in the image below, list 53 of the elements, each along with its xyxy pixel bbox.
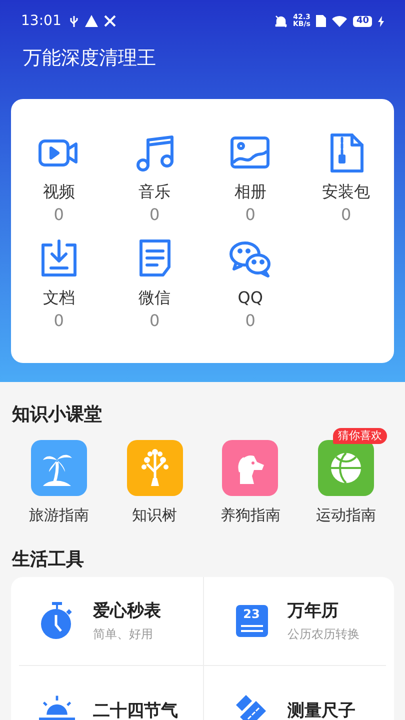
tool-item[interactable]: 二十四节气 — [19, 666, 202, 720]
category-count: 0 — [150, 310, 160, 332]
category-label: 相册 — [234, 181, 266, 203]
wifi-icon — [332, 15, 348, 27]
category-count: 0 — [54, 204, 64, 226]
tile-label: 旅游指南 — [28, 506, 89, 525]
tool-title: 万年历 — [288, 600, 340, 622]
tile-label: 运动指南 — [316, 506, 376, 525]
app-title: 万能深度清理王 — [22, 46, 157, 71]
category-label: 文档 — [42, 287, 75, 309]
category-label: QQ — [238, 287, 263, 309]
category-count: 0 — [341, 204, 352, 226]
category-label: 安装包 — [322, 181, 370, 203]
category-count: 0 — [245, 310, 256, 332]
status-time: 13:01 — [21, 13, 62, 29]
category-count: 0 — [245, 204, 256, 226]
category-item[interactable]: 安装包 0 — [298, 131, 394, 227]
category-label: 音乐 — [138, 181, 171, 203]
charging-icon — [378, 16, 384, 26]
calendar-icon: 23 — [236, 605, 268, 637]
category-item[interactable]: QQ 0 — [202, 237, 298, 333]
tile-label: 知识树 — [132, 506, 178, 525]
category-label: 视频 — [42, 181, 75, 203]
stopwatch-icon — [40, 602, 74, 640]
section-title: 知识小课堂 — [12, 403, 102, 426]
category-item[interactable]: 音乐 0 — [106, 131, 202, 227]
category-count: 0 — [150, 204, 160, 226]
sport-tile-icon[interactable] — [318, 440, 374, 496]
tool-item[interactable]: 23 万年历 公历农历转换 — [202, 577, 386, 666]
battery-icon: 40 — [353, 16, 372, 26]
category-item[interactable]: 相册 0 — [202, 131, 298, 227]
usb-icon — [69, 14, 80, 28]
category-label: 微信 — [138, 287, 171, 309]
tool-title: 二十四节气 — [93, 700, 178, 720]
category-item[interactable]: 文档 0 — [11, 237, 107, 333]
sunrise-icon — [39, 693, 75, 720]
category-item[interactable]: 微信 0 — [106, 237, 202, 333]
tree-tile-icon[interactable] — [126, 440, 183, 496]
travel-tile-icon[interactable] — [30, 440, 87, 496]
mute-bell-icon — [274, 14, 287, 28]
tool-title: 爱心秒表 — [93, 600, 161, 622]
warning-icon — [85, 15, 98, 27]
tool-title: 测量尺子 — [288, 700, 356, 720]
section-title: 生活工具 — [12, 548, 84, 571]
category-item[interactable]: 视频 0 — [11, 131, 107, 227]
tool-item[interactable]: 爱心秒表 简单、好用 — [19, 577, 202, 666]
recommend-badge: 猜你喜欢 — [333, 428, 388, 444]
dog-tile-icon[interactable] — [222, 440, 278, 496]
tile-label: 养狗指南 — [220, 506, 280, 525]
category-count: 0 — [54, 310, 64, 332]
tool-subtitle: 公历农历转换 — [288, 626, 360, 643]
tool-subtitle: 简单、好用 — [93, 626, 154, 643]
tool-item[interactable]: 测量尺子 — [202, 666, 386, 720]
